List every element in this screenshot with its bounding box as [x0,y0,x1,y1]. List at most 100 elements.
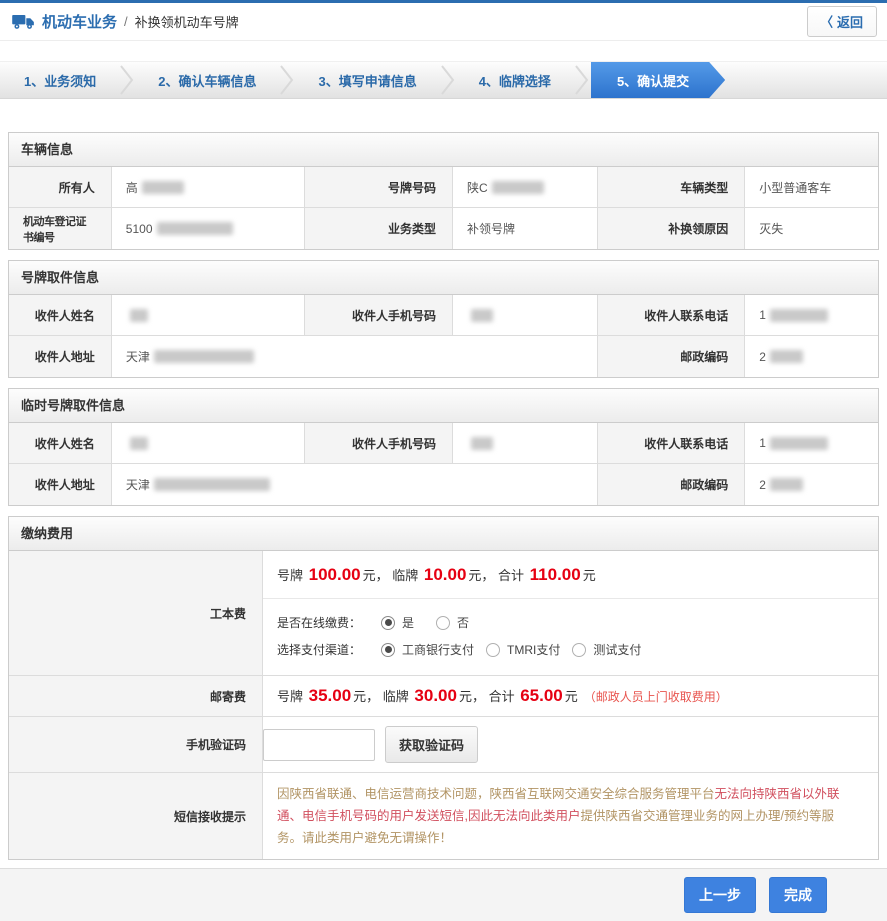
field-label: 收件人联系电话 [598,423,746,463]
field-value: 灭失 [745,208,878,249]
field-value: 因陕西省联通、电信运营商技术问题，陕西省互联网交通安全综合服务管理平台无法向持陕… [263,773,878,859]
radio-label[interactable]: 工商银行支付 [402,641,474,658]
redacted-value [770,309,828,322]
field-value: 1 [745,423,878,463]
step-label: 5、确认提交 [617,71,689,90]
redacted-value [154,350,254,363]
back-button-label: 返回 [837,12,863,31]
step-label: 1、业务须知 [24,71,96,90]
step-label: 3、填写申请信息 [318,71,416,90]
main-content: 车辆信息 所有人 高 号牌号码 陕C 车辆类型 小型普通客车 机动车登记证书编号… [8,132,879,860]
field-value: 1 [745,295,878,335]
step-separator-icon [441,62,455,98]
field-value [453,295,598,335]
redacted-value [142,181,184,194]
field-value: 2 [745,464,878,505]
step-separator-icon [120,62,134,98]
total-mail-fee-amount: 65.00 [518,686,565,705]
field-label: 车辆类型 [598,167,746,207]
redacted-value [471,309,493,322]
temp-plate-pickup-section: 临时号牌取件信息 收件人姓名 收件人手机号码 收件人联系电话 1 收件人地址 天… [8,388,879,506]
section-title: 临时号牌取件信息 [9,389,878,423]
tab-step-2[interactable]: 2、确认车辆信息 [134,62,280,98]
step-label: 2、确认车辆信息 [158,71,256,90]
page-title: 机动车业务 [42,11,117,32]
field-label: 收件人手机号码 [305,295,453,335]
field-value: 高 [112,167,306,207]
field-label: 手机验证码 [9,717,263,772]
field-label: 机动车登记证书编号 [9,208,112,249]
fees-section: 缴纳费用 工本费 号牌 100.00元， 临牌 10.00元， 合计 110.0… [8,516,879,860]
field-label: 邮政编码 [598,464,746,505]
table-row: 收件人地址 天津 邮政编码 2 [9,464,878,505]
pay-channel-caption: 选择支付渠道： [277,641,361,658]
field-label: 收件人地址 [9,464,112,505]
field-value: 天津 [112,336,598,377]
finish-button[interactable]: 完成 [769,877,827,913]
table-row: 机动车登记证书编号 5100 业务类型 补领号牌 补换领原因 灭失 [9,208,878,249]
field-value: 5100 [112,208,306,249]
redacted-value [770,437,828,450]
action-bar: 上一步 完成 [0,868,887,921]
field-label: 收件人姓名 [9,295,112,335]
field-value [112,295,306,335]
field-value [453,423,598,463]
online-pay-option-line: 是否在线缴费： 是 否 [277,609,878,636]
section-title: 车辆信息 [9,133,878,167]
truck-icon [12,14,35,30]
sms-notice-row: 短信接收提示 因陕西省联通、电信运营商技术问题，陕西省互联网交通安全综合服务管理… [9,773,878,859]
radio-channel-test[interactable] [572,643,586,657]
field-label: 邮寄费 [9,676,263,716]
tab-step-3[interactable]: 3、填写申请信息 [294,62,440,98]
field-label: 收件人联系电话 [598,295,746,335]
plate-pickup-section: 号牌取件信息 收件人姓名 收件人手机号码 收件人联系电话 1 收件人地址 天津 … [8,260,879,378]
table-row: 收件人姓名 收件人手机号码 收件人联系电话 1 [9,295,878,336]
get-sms-code-button[interactable]: 获取验证码 [385,726,478,763]
field-label: 邮政编码 [598,336,746,377]
radio-online-no[interactable] [436,616,450,630]
field-label: 收件人姓名 [9,423,112,463]
previous-step-button[interactable]: 上一步 [684,877,756,913]
radio-channel-tmri[interactable] [486,643,500,657]
temp-plate-mail-fee-amount: 30.00 [412,686,459,705]
table-row: 所有人 高 号牌号码 陕C 车辆类型 小型普通客车 [9,167,878,208]
step-bar: 1、业务须知 2、确认车辆信息 3、填写申请信息 4、临牌选择 5、确认提交 [0,61,887,99]
tab-step-1[interactable]: 1、业务须知 [0,62,120,98]
field-label: 短信接收提示 [9,773,263,859]
redacted-value [157,222,233,235]
tab-step-5-confirm-submit[interactable]: 5、确认提交 [591,62,725,98]
field-label: 所有人 [9,167,112,207]
section-title: 缴纳费用 [9,517,878,551]
tab-step-4[interactable]: 4、临牌选择 [455,62,575,98]
redacted-value [471,437,493,450]
field-label: 补换领原因 [598,208,746,249]
radio-online-yes[interactable] [381,616,395,630]
field-label: 收件人地址 [9,336,112,377]
sms-code-input[interactable] [263,729,375,761]
sms-code-row: 手机验证码 获取验证码 [9,717,878,773]
plate-fee-amount: 100.00 [307,565,363,584]
redacted-value [130,309,148,322]
mail-fee-note: （邮政人员上门收取费用） [584,690,728,704]
field-label: 收件人手机号码 [305,423,453,463]
field-label: 业务类型 [305,208,453,249]
radio-channel-icbc[interactable] [381,643,395,657]
table-row: 收件人地址 天津 邮政编码 2 [9,336,878,377]
radio-label[interactable]: 测试支付 [593,641,641,658]
field-value: 获取验证码 [263,717,878,772]
field-value: 小型普通客车 [745,167,878,207]
breadcrumb-current: 补换领机动车号牌 [135,12,239,31]
payment-options: 是否在线缴费： 是 否 选择支付渠道： 工商银行支付 TMRI支付 测试支付 [263,598,878,675]
radio-label[interactable]: 是 [402,614,414,631]
radio-label[interactable]: TMRI支付 [507,641,560,658]
back-button[interactable]: 〈 返回 [807,6,877,37]
field-label: 号牌号码 [305,167,453,207]
online-pay-caption: 是否在线缴费： [277,614,361,631]
radio-label[interactable]: 否 [457,614,469,631]
pay-channel-option-line: 选择支付渠道： 工商银行支付 TMRI支付 测试支付 [277,636,878,663]
total-fee-amount: 110.00 [528,565,583,584]
field-value: 号牌 35.00元， 临牌 30.00元， 合计 65.00元（邮政人员上门收取… [263,676,878,716]
redacted-value [154,478,270,491]
vehicle-info-section: 车辆信息 所有人 高 号牌号码 陕C 车辆类型 小型普通客车 机动车登记证书编号… [8,132,879,250]
plate-mail-fee-amount: 35.00 [307,686,354,705]
